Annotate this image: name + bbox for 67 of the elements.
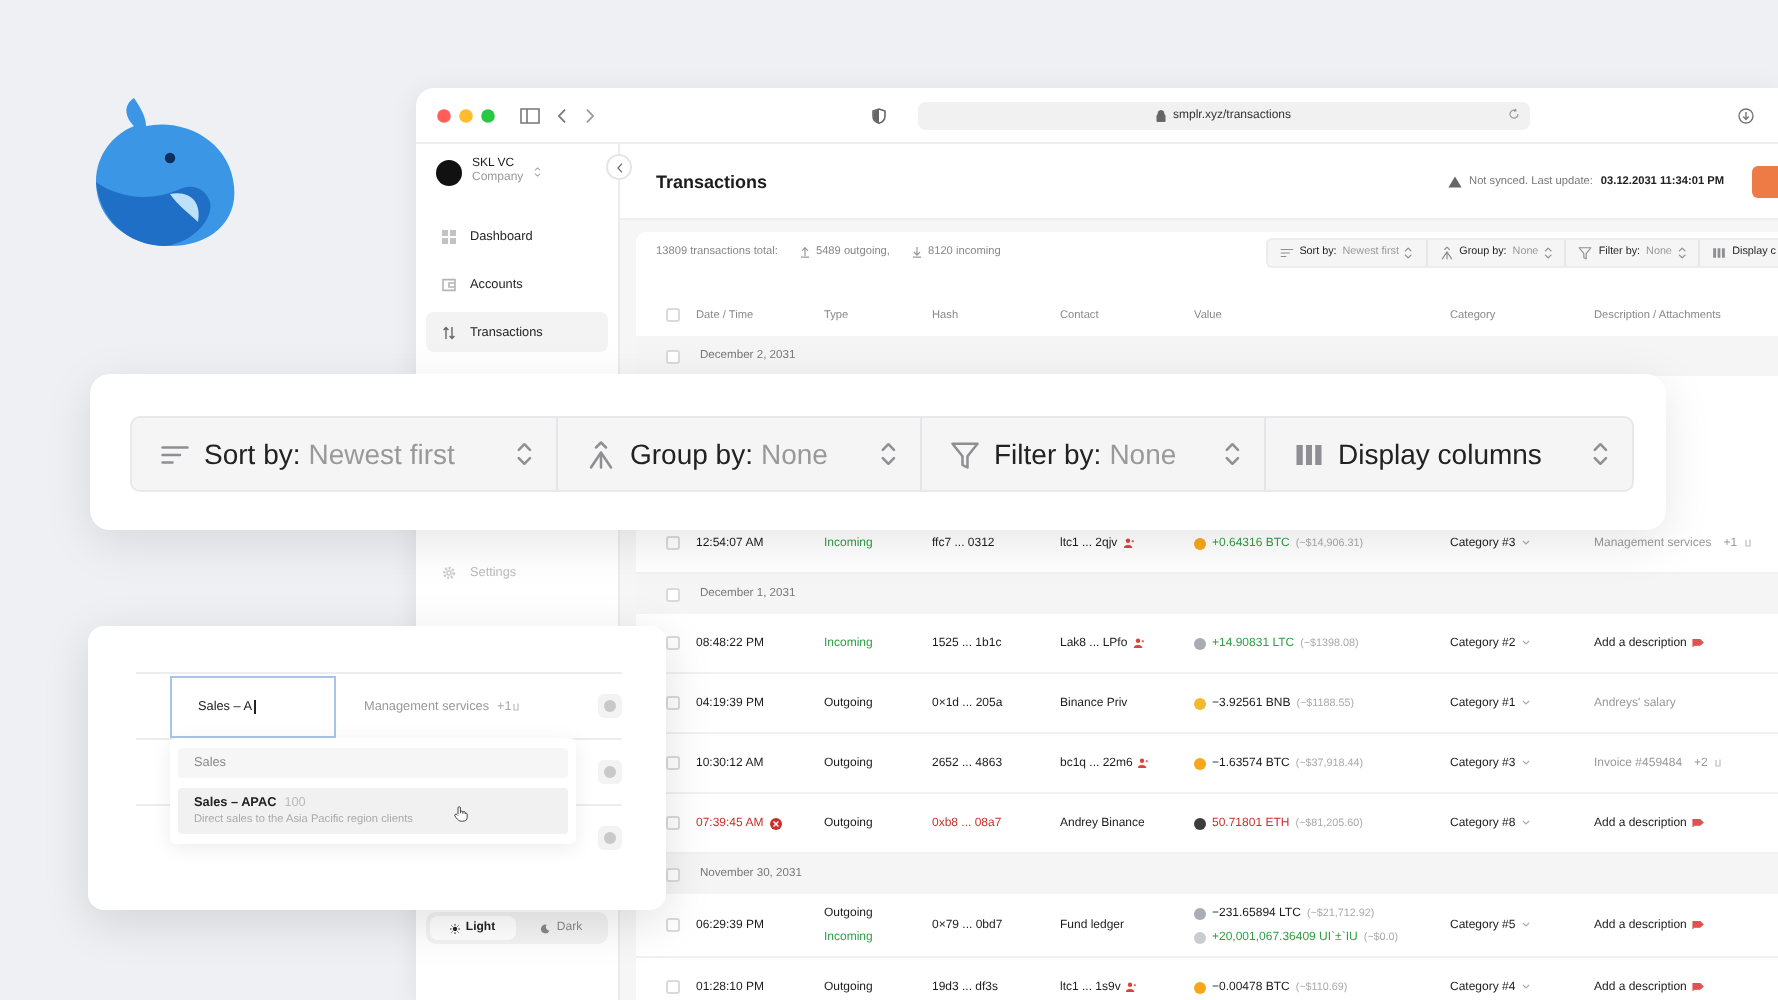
- action-button[interactable]: [1752, 165, 1778, 197]
- row-checkbox[interactable]: [666, 636, 680, 650]
- caret-icon: [1521, 922, 1530, 928]
- page-title: Transactions: [656, 171, 768, 191]
- chevron-updown-icon: [879, 440, 896, 468]
- attachment-icon: [1743, 538, 1752, 548]
- row-action-button[interactable]: [598, 826, 622, 850]
- chevron-updown-icon: [1591, 440, 1608, 468]
- caret-icon: [1521, 984, 1530, 990]
- filter-icon: [1578, 245, 1593, 259]
- row-action-button[interactable]: [598, 694, 622, 718]
- sort-lines-icon: [1279, 245, 1294, 259]
- group-checkbox[interactable]: [666, 867, 680, 881]
- group-checkbox[interactable]: [666, 349, 680, 363]
- grid-icon: [442, 229, 456, 243]
- row-checkbox[interactable]: [666, 696, 680, 710]
- sort-button[interactable]: Sort by: Newest first: [132, 418, 558, 490]
- chevron-left-icon: [615, 161, 623, 173]
- upload-icon: [799, 246, 810, 258]
- filter-button[interactable]: Filter by: None: [922, 418, 1266, 490]
- row-checkbox[interactable]: [666, 816, 680, 830]
- warning-icon: [1447, 175, 1462, 187]
- group-checkbox[interactable]: [666, 587, 680, 601]
- filter-icon: [950, 439, 980, 469]
- lock-icon: [1156, 109, 1167, 121]
- chevron-updown-icon: [1544, 245, 1553, 259]
- shield-icon[interactable]: [872, 107, 886, 123]
- group-button[interactable]: Group by: None: [558, 418, 922, 490]
- gear-icon: [442, 565, 456, 579]
- caret-icon: [1521, 640, 1530, 646]
- workspace-avatar: [436, 159, 462, 185]
- download-arrow-icon: [911, 246, 922, 258]
- reload-icon[interactable]: [1508, 108, 1520, 120]
- row-action-button[interactable]: [598, 760, 622, 784]
- comment-icon[interactable]: [1692, 638, 1705, 648]
- row-checkbox[interactable]: [666, 536, 680, 550]
- row-checkbox[interactable]: [666, 756, 680, 770]
- comment-icon[interactable]: [1692, 818, 1705, 828]
- caret-icon: [1521, 700, 1530, 706]
- collapse-button[interactable]: [606, 154, 632, 180]
- merge-arrow-icon: [1439, 245, 1454, 259]
- attachment-icon: [1713, 758, 1722, 768]
- select-all-checkbox[interactable]: [666, 308, 680, 322]
- sun-icon: [449, 923, 460, 933]
- comment-icon[interactable]: [1692, 982, 1705, 992]
- attachment-icon: [511, 701, 520, 711]
- chevron-updown-icon: [533, 166, 541, 178]
- chevron-updown-icon: [515, 440, 532, 468]
- chevron-updown-icon: [1223, 440, 1240, 468]
- comment-icon[interactable]: [1692, 920, 1705, 930]
- columns-icon: [1294, 439, 1324, 469]
- display-columns-button[interactable]: Display columns: [1266, 418, 1632, 490]
- chevron-updown-icon: [1404, 245, 1414, 259]
- swap-arrows-icon: [442, 325, 456, 339]
- merge-arrow-icon: [586, 439, 616, 469]
- chevron-updown-icon: [1677, 245, 1687, 259]
- columns-icon: [1712, 245, 1727, 259]
- row-checkbox[interactable]: [666, 980, 680, 994]
- hand-pointer-icon: [454, 806, 468, 822]
- caret-icon: [1521, 540, 1530, 546]
- caret-icon: [1521, 760, 1530, 766]
- row-checkbox[interactable]: [666, 918, 680, 932]
- wallet-icon: [442, 277, 456, 291]
- download-icon[interactable]: [1738, 107, 1754, 123]
- moon-icon: [540, 923, 551, 933]
- sidebar-toggle-icon[interactable]: [520, 107, 540, 123]
- caret-icon: [1521, 820, 1530, 826]
